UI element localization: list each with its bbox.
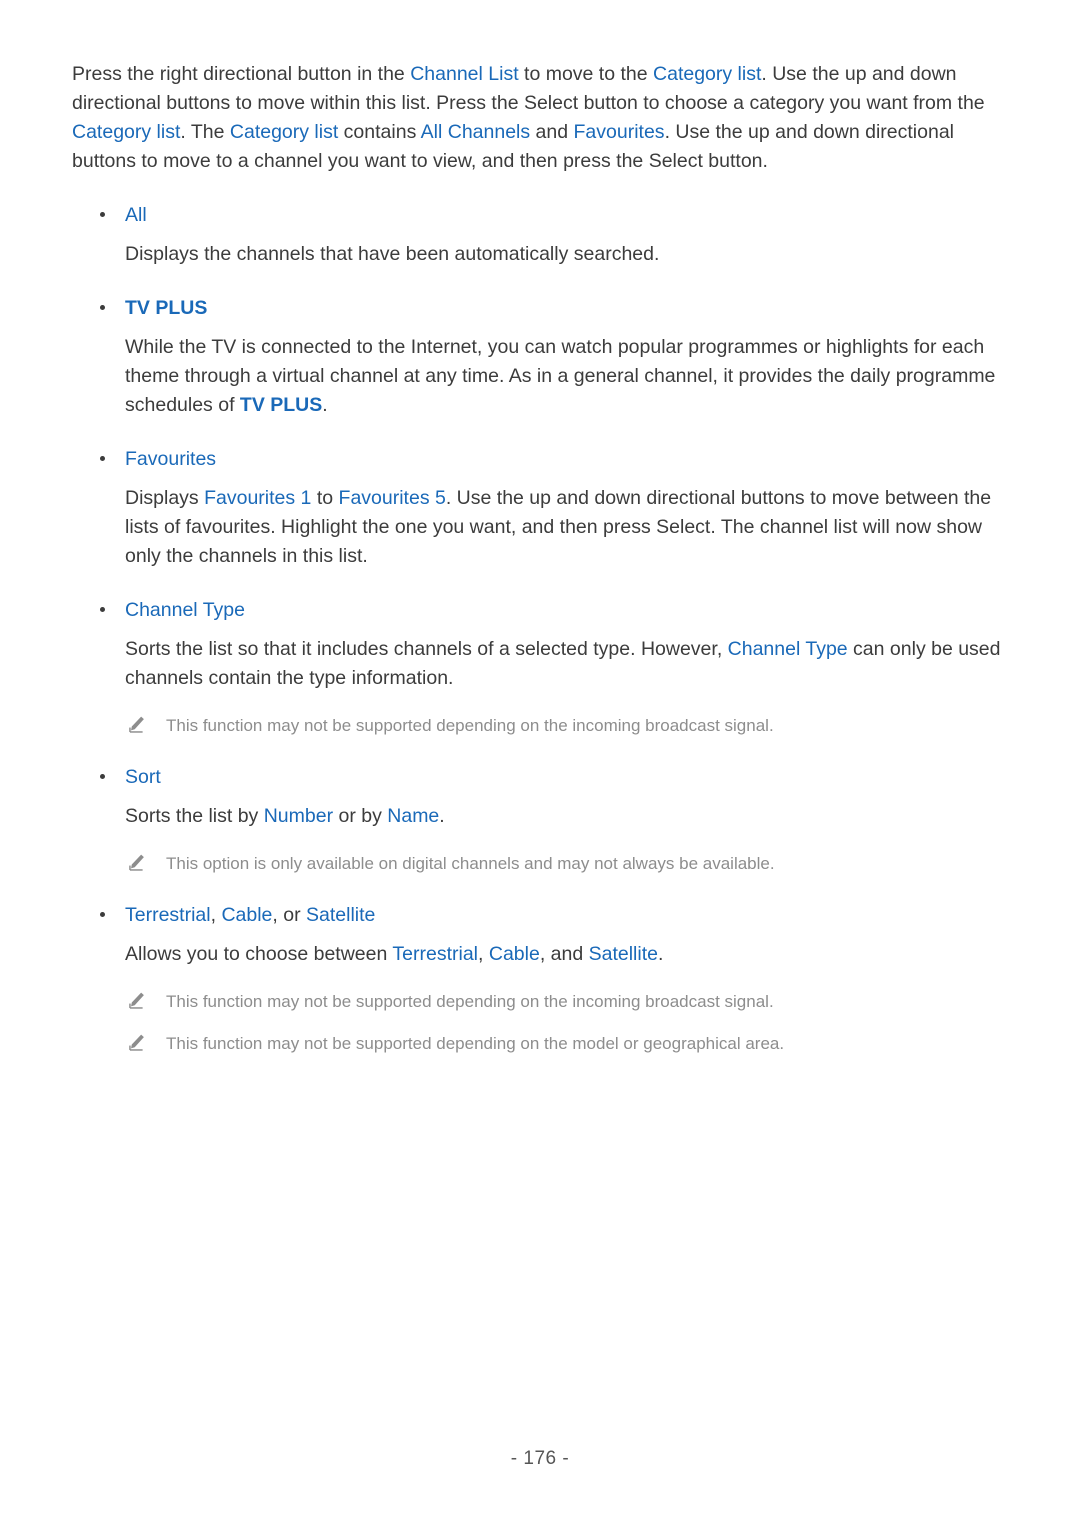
bullet-heading-all: All	[72, 202, 1010, 228]
body-channel-type: Sorts the list so that it includes chann…	[125, 635, 1005, 693]
pencil-icon	[129, 716, 144, 733]
body-terrestrial-text-4: .	[657, 943, 664, 965]
note-terrestrial-1: This function may not be supported depen…	[125, 989, 1010, 1014]
bullet-dot-icon	[100, 774, 105, 779]
keyword-number: Number	[263, 805, 334, 827]
body-sort-text-2: or by	[333, 805, 388, 827]
body-tv-plus-text-2: .	[322, 394, 328, 416]
section-channel-type: Channel Type Sorts the list so that it i…	[72, 597, 1010, 738]
bullet-label-channel-type: Channel Type	[125, 599, 245, 621]
body-channel-type-text-1: Sorts the list so that it includes chann…	[125, 638, 728, 660]
intro-text-5: contains	[338, 121, 421, 143]
note-channel-type-1-text: This function may not be supported depen…	[166, 716, 774, 735]
note-terrestrial-2-text: This function may not be supported depen…	[166, 1034, 785, 1053]
keyword-channel-type: Channel Type	[727, 638, 848, 660]
bullet-heading-favourites: Favourites	[72, 446, 1010, 472]
body-tv-plus: While the TV is connected to the Interne…	[125, 333, 1005, 420]
body-sort: Sorts the list by Number or by Name.	[125, 802, 1005, 831]
keyword-channel-list: Channel List	[410, 63, 519, 85]
bullet-label-sort: Sort	[125, 766, 161, 788]
note-terrestrial-1-text: This function may not be supported depen…	[166, 992, 774, 1011]
pencil-icon	[129, 1034, 144, 1051]
bullet-dot-icon	[100, 912, 105, 917]
keyword-all-channels: All Channels	[420, 121, 531, 143]
keyword-terrestrial: Terrestrial	[392, 943, 479, 965]
body-sort-text-1: Sorts the list by	[125, 805, 264, 827]
bullet-label-terrestrial: Terrestrial, Cable, or Satellite	[125, 904, 375, 926]
body-terrestrial-text-3: , and	[539, 943, 589, 965]
bullet-dot-icon	[100, 305, 105, 310]
intro-paragraph: Press the right directional button in th…	[72, 60, 1002, 176]
intro-text-6: and	[530, 121, 574, 143]
note-terrestrial-2: This function may not be supported depen…	[125, 1031, 1010, 1056]
body-favourites-text-1: Displays	[125, 487, 205, 509]
section-tv-plus: TV PLUS While the TV is connected to the…	[72, 295, 1010, 420]
keyword-category-list-2: Category list	[72, 121, 181, 143]
note-sort-1: This option is only available on digital…	[125, 851, 1010, 876]
bullet-heading-sort: Sort	[72, 764, 1010, 790]
body-all: Displays the channels that have been aut…	[125, 243, 660, 265]
keyword-favourites: Favourites	[573, 121, 665, 143]
section-terrestrial-cable-satellite: Terrestrial, Cable, or Satellite Allows …	[72, 902, 1010, 1056]
keyword-cable: Cable	[488, 943, 540, 965]
label-sep-1: ,	[210, 904, 222, 926]
pencil-icon	[129, 854, 144, 871]
bullet-label-favourites: Favourites	[125, 448, 217, 470]
keyword-favourites-5: Favourites 5	[338, 487, 446, 509]
note-channel-type-1: This function may not be supported depen…	[125, 713, 1010, 738]
page-number: - 176 -	[510, 1448, 570, 1469]
intro-text-2: to move to the	[518, 63, 654, 85]
keyword-cable-heading: Cable	[221, 904, 273, 926]
body-terrestrial: Allows you to choose between Terrestrial…	[125, 940, 1005, 969]
keyword-category-list-3: Category list	[229, 121, 339, 143]
bullet-label-all: All	[125, 204, 147, 226]
section-favourites: Favourites Displays Favourites 1 to Favo…	[72, 446, 1010, 571]
keyword-tv-plus: TV PLUS	[239, 394, 323, 416]
body-favourites-text-2: to	[311, 487, 339, 509]
note-sort-1-text: This option is only available on digital…	[166, 854, 775, 873]
bullet-heading-tv-plus: TV PLUS	[72, 295, 1010, 321]
section-sort: Sort Sorts the list by Number or by Name…	[72, 764, 1010, 876]
keyword-category-list-1: Category list	[653, 63, 762, 85]
keyword-satellite: Satellite	[588, 943, 658, 965]
body-terrestrial-text-1: Allows you to choose between	[125, 943, 393, 965]
bullet-dot-icon	[100, 607, 105, 612]
bullet-heading-channel-type: Channel Type	[72, 597, 1010, 623]
section-all: All Displays the channels that have been…	[72, 202, 1010, 269]
body-terrestrial-text-2: ,	[478, 943, 489, 965]
bullet-dot-icon	[100, 212, 105, 217]
intro-text-4: . The	[180, 121, 230, 143]
body-sort-text-3: .	[439, 805, 445, 827]
pencil-icon	[129, 992, 144, 1009]
keyword-terrestrial-heading: Terrestrial	[125, 904, 211, 926]
body-favourites: Displays Favourites 1 to Favourites 5. U…	[125, 484, 1005, 571]
keyword-favourites-1: Favourites 1	[204, 487, 312, 509]
bullet-heading-terrestrial: Terrestrial, Cable, or Satellite	[72, 902, 1010, 928]
bullet-dot-icon	[100, 456, 105, 461]
bullet-label-tv-plus: TV PLUS	[125, 297, 208, 319]
keyword-name: Name	[387, 805, 440, 827]
keyword-satellite-heading: Satellite	[306, 904, 376, 926]
intro-text-1: Press the right directional button in th…	[72, 63, 411, 85]
document-page: Press the right directional button in th…	[0, 0, 1080, 1527]
label-sep-2: , or	[272, 904, 306, 926]
